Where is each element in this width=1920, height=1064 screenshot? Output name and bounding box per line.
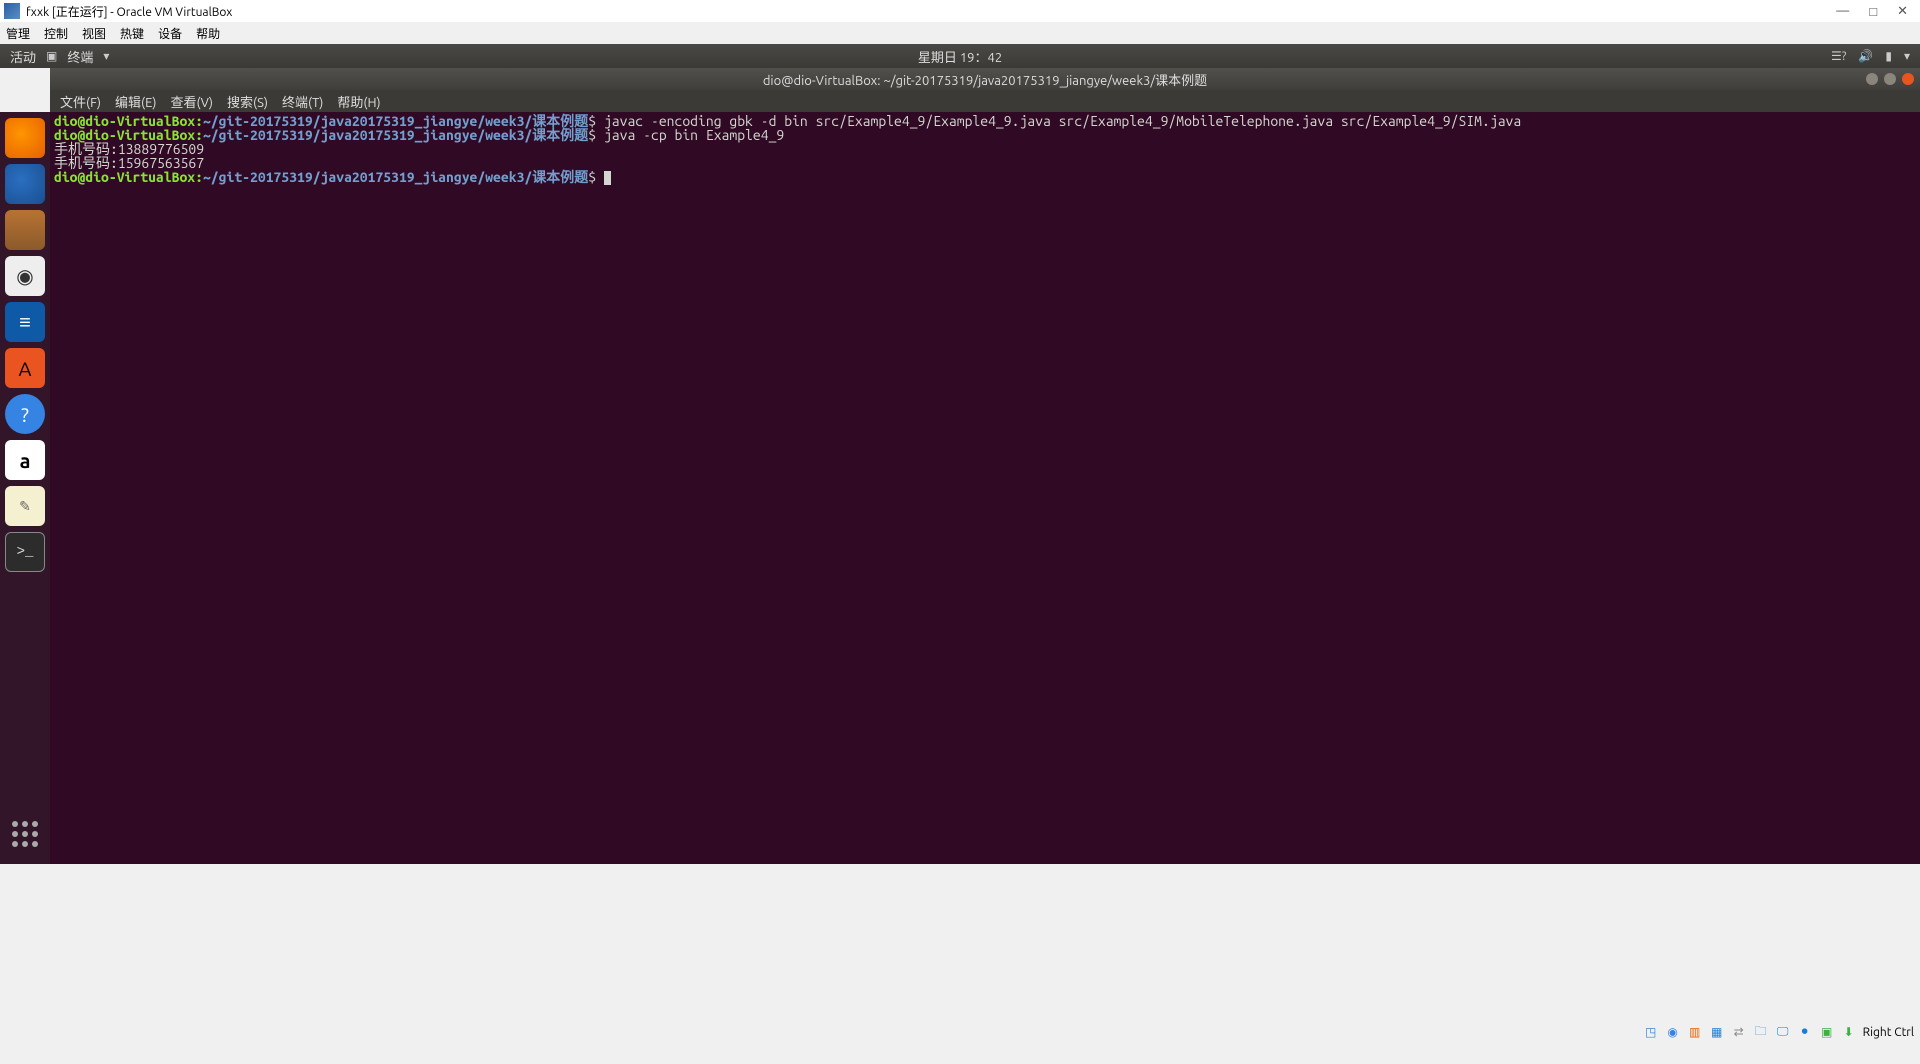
vbox-shared-folders-icon[interactable]: 🗀: [1753, 1024, 1769, 1040]
battery-icon[interactable]: ▮: [1885, 49, 1892, 63]
launcher-apps-button[interactable]: [5, 814, 45, 854]
vbox-hd-icon[interactable]: ◳: [1643, 1024, 1659, 1040]
vbox-menu-control[interactable]: 控制: [44, 25, 68, 42]
virtualbox-icon: [4, 3, 20, 19]
terminal-menu-edit[interactable]: 编辑(E): [115, 92, 156, 111]
launcher-files-icon[interactable]: [5, 210, 45, 250]
terminal-minimize-button[interactable]: [1866, 73, 1878, 85]
terminal-menu-file[interactable]: 文件(F): [60, 92, 101, 111]
terminal-cmd-2: java -cp bin Example4_9: [596, 127, 784, 143]
vbox-menu-view[interactable]: 视图: [82, 25, 106, 42]
vbox-display-icon[interactable]: 🖵: [1775, 1024, 1791, 1040]
system-menu-chevron-icon[interactable]: ▾: [1904, 49, 1910, 63]
vbox-statusbar: ◳ ◉ ▥ ▦ ⇄ 🗀 🖵 ⏺ ▣ ⬇ Right Ctrl: [0, 1022, 1920, 1042]
vbox-menu-manage[interactable]: 管理: [6, 25, 30, 42]
vbox-network-icon[interactable]: ▦: [1709, 1024, 1725, 1040]
topbar-appname[interactable]: 终端: [67, 47, 93, 66]
vbox-close-button[interactable]: ✕: [1897, 4, 1908, 19]
vbox-mouse-integration-icon[interactable]: ⬇: [1841, 1024, 1857, 1040]
vbox-window-buttons: — □ ✕: [1836, 4, 1916, 19]
ubuntu-launcher: ◉ ≡ A ? a ✎: [0, 112, 50, 864]
terminal-window-title: dio@dio-VirtualBox: ~/git-20175319/java2…: [763, 70, 1207, 89]
launcher-amazon-icon[interactable]: a: [5, 440, 45, 480]
input-method-icon[interactable]: ☰?: [1831, 49, 1846, 63]
vbox-audio-icon[interactable]: ▥: [1687, 1024, 1703, 1040]
terminal-titlebar: dio@dio-VirtualBox: ~/git-20175319/java2…: [50, 68, 1920, 90]
vbox-titlebar: fxxk [正在运行] - Oracle VM VirtualBox — □ ✕: [0, 0, 1920, 22]
prompt-sep: :: [195, 169, 203, 185]
prompt-sigil: $: [588, 127, 596, 143]
vbox-menu-devices[interactable]: 设备: [158, 25, 182, 42]
terminal-menu-search[interactable]: 搜索(S): [227, 92, 268, 111]
vbox-usb-icon[interactable]: ⇄: [1731, 1024, 1747, 1040]
vbox-menu-hotkeys[interactable]: 热键: [120, 25, 144, 42]
prompt-path: ~/git-20175319/java20175319_jiangye/week…: [203, 169, 532, 185]
vbox-hostkey-label: Right Ctrl: [1863, 1026, 1914, 1039]
ubuntu-topbar: 活动 ▣ 终端 ▾ 星期日 19：42 ☰? 🔊 ▮ ▾: [0, 44, 1920, 68]
sound-icon[interactable]: 🔊: [1858, 49, 1873, 63]
launcher-rhythmbox-icon[interactable]: ◉: [5, 256, 45, 296]
prompt-path-cjk: 课本例题: [532, 169, 588, 185]
terminal-menu-view[interactable]: 查看(V): [171, 92, 213, 111]
terminal-cursor: [604, 171, 611, 185]
prompt-path-cjk: 课本例题: [532, 127, 588, 143]
terminal-maximize-button[interactable]: [1884, 73, 1896, 85]
vbox-minimize-button[interactable]: —: [1836, 4, 1849, 19]
launcher-firefox-icon[interactable]: [5, 118, 45, 158]
vbox-window-title: fxxk [正在运行] - Oracle VM VirtualBox: [26, 3, 1836, 20]
vbox-maximize-button[interactable]: □: [1869, 4, 1877, 19]
launcher-help-icon[interactable]: ?: [5, 394, 45, 434]
terminal-close-button[interactable]: [1902, 73, 1914, 85]
prompt-userhost: dio@dio-VirtualBox: [54, 169, 195, 185]
vbox-menubar: 管理 控制 视图 热键 设备 帮助: [0, 22, 1920, 44]
activities-button[interactable]: 活动: [10, 47, 36, 66]
prompt-path: ~/git-20175319/java20175319_jiangye/week…: [203, 127, 532, 143]
launcher-writer-icon[interactable]: ≡: [5, 302, 45, 342]
guest-area: ◉ ≡ A ? a ✎ dio@dio-VirtualBox:~/git-201…: [0, 112, 1920, 864]
terminal-body[interactable]: dio@dio-VirtualBox:~/git-20175319/java20…: [50, 112, 1920, 864]
launcher-terminal-icon[interactable]: [5, 532, 45, 572]
launcher-texteditor-icon[interactable]: ✎: [5, 486, 45, 526]
vbox-cpu-icon[interactable]: ▣: [1819, 1024, 1835, 1040]
terminal-menu-help[interactable]: 帮助(H): [337, 92, 380, 111]
vbox-recording-icon[interactable]: ⏺: [1797, 1024, 1813, 1040]
prompt-sigil: $: [588, 169, 596, 185]
launcher-thunderbird-icon[interactable]: [5, 164, 45, 204]
app-icon: ▣: [46, 49, 57, 63]
vbox-optical-icon[interactable]: ◉: [1665, 1024, 1681, 1040]
launcher-software-icon[interactable]: A: [5, 348, 45, 388]
terminal-menubar: 文件(F) 编辑(E) 查看(V) 搜索(S) 终端(T) 帮助(H): [50, 90, 1920, 112]
terminal-window-buttons: [1866, 73, 1914, 85]
terminal-menu-terminal[interactable]: 终端(T): [282, 92, 323, 111]
appmenu-chevron-icon[interactable]: ▾: [103, 49, 109, 63]
topbar-datetime[interactable]: 星期日 19：42: [918, 47, 1002, 66]
vbox-menu-help[interactable]: 帮助: [196, 25, 220, 42]
